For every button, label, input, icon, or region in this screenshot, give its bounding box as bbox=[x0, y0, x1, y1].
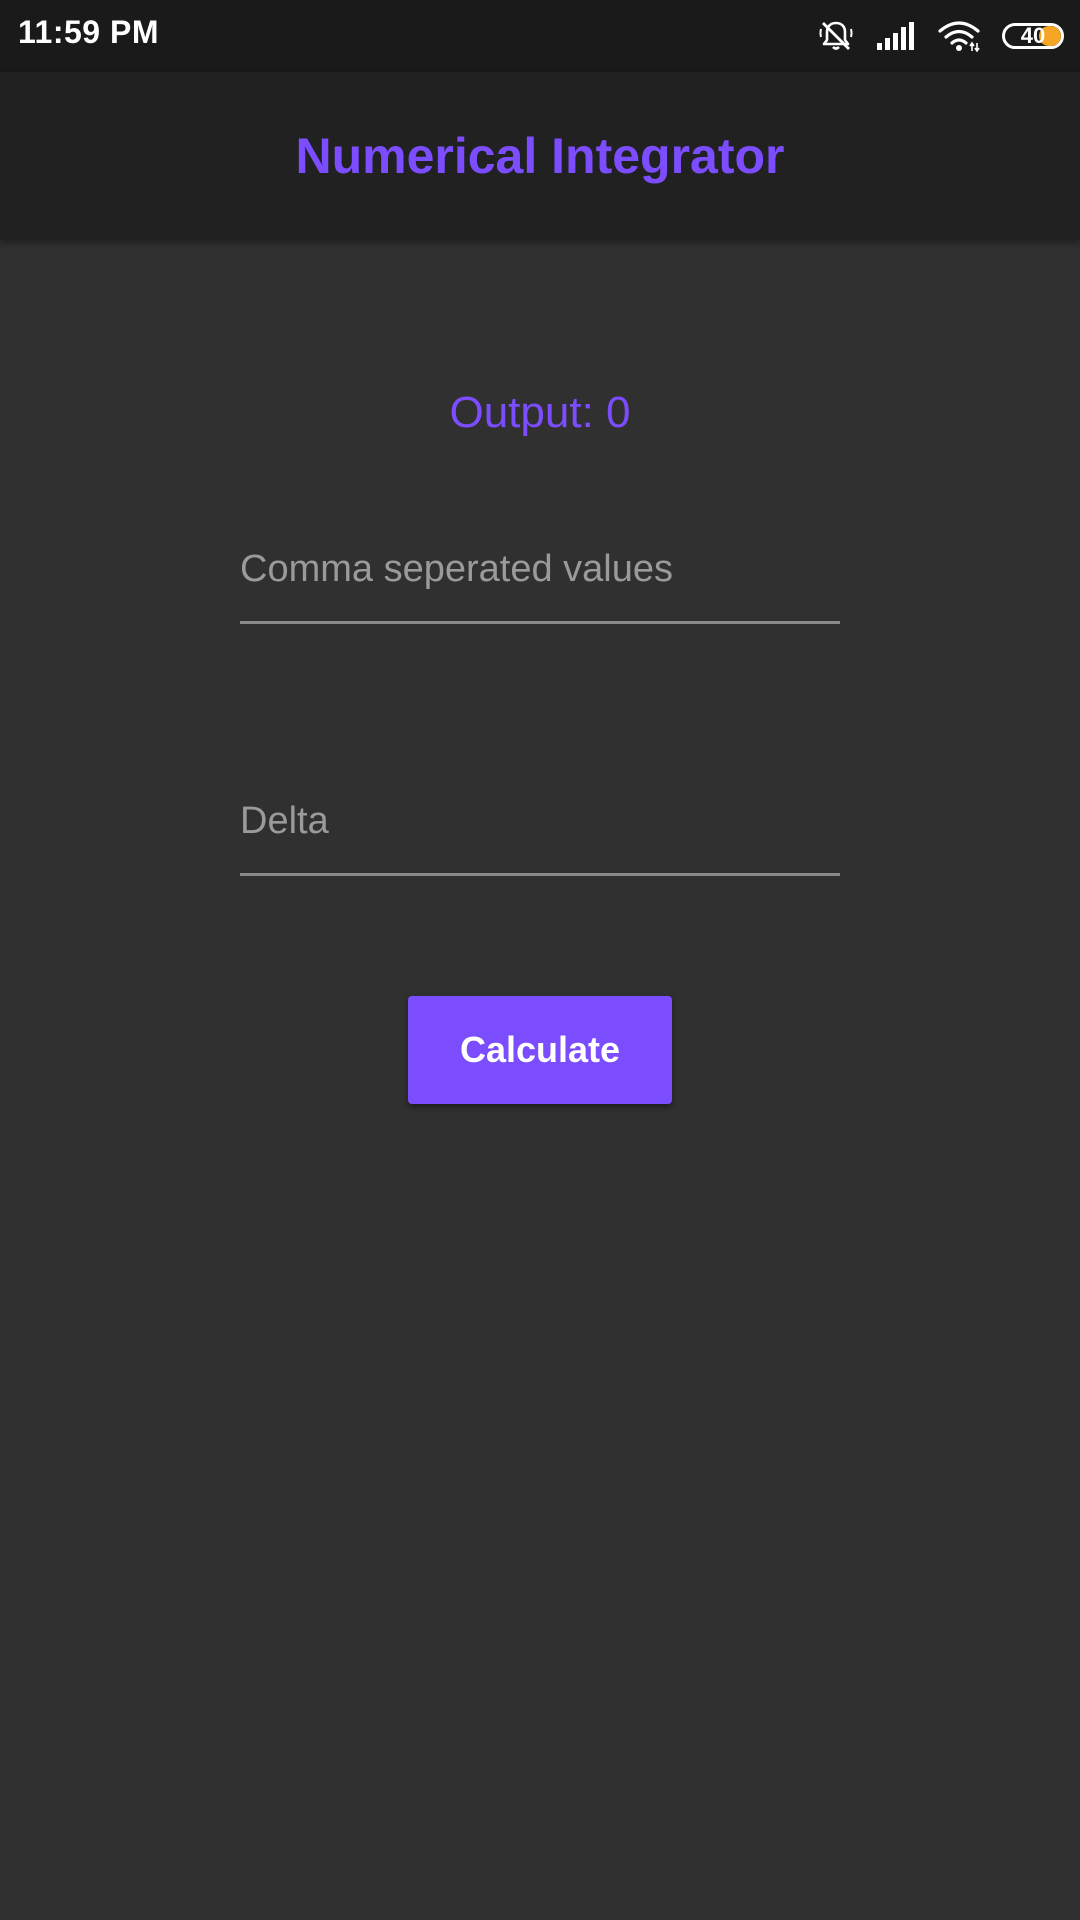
delta-input[interactable] bbox=[240, 800, 840, 873]
calculate-button[interactable]: Calculate bbox=[408, 996, 672, 1104]
main-content: Output: 0 Calculate bbox=[0, 240, 1080, 1920]
values-input[interactable] bbox=[240, 548, 840, 621]
app-bar: Numerical Integrator bbox=[0, 72, 1080, 240]
battery-icon: 40 bbox=[1002, 23, 1064, 49]
values-field[interactable] bbox=[240, 548, 840, 624]
delta-field[interactable] bbox=[240, 800, 840, 876]
notifications-off-icon bbox=[818, 18, 854, 54]
status-bar: 11:59 PM 40 bbox=[0, 0, 1080, 72]
app-title: Numerical Integrator bbox=[295, 128, 785, 184]
output-text: Output: 0 bbox=[449, 388, 631, 437]
wifi-icon bbox=[938, 20, 980, 52]
status-icons: 40 bbox=[818, 18, 1064, 54]
status-time: 11:59 PM bbox=[18, 14, 159, 50]
battery-level: 40 bbox=[1020, 23, 1046, 48]
cellular-signal-icon bbox=[876, 21, 916, 51]
